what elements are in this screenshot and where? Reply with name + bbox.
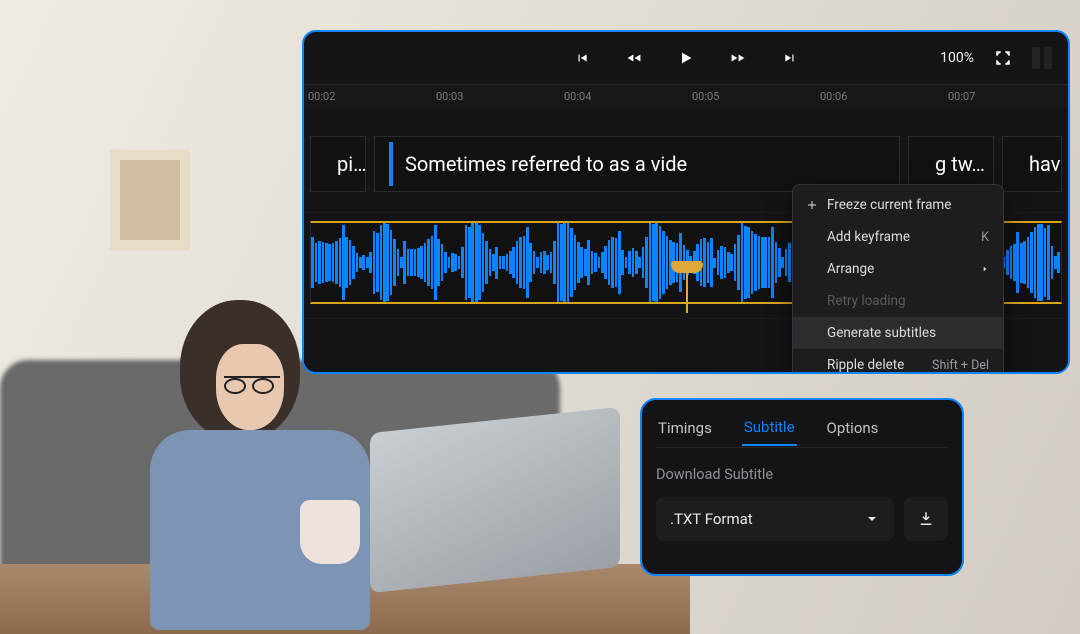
wall-frame: [110, 150, 190, 250]
tab-timings[interactable]: Timings: [656, 411, 714, 445]
ctx-ripple-delete[interactable]: Ripple delete Shift + Del: [793, 349, 1003, 374]
ctx-label: Add keyframe: [827, 229, 910, 245]
ruler-mark: 00:05: [692, 90, 820, 103]
ctx-label: Arrange: [827, 261, 874, 277]
clip-handle-icon[interactable]: [389, 142, 393, 186]
mug: [300, 500, 360, 564]
ctx-add-keyframe[interactable]: Add keyframe K: [793, 221, 1003, 253]
forward-button[interactable]: [727, 47, 749, 69]
ruler-mark: 00:03: [436, 90, 564, 103]
plus-icon: [805, 198, 819, 212]
ctx-arrange[interactable]: Arrange: [793, 253, 1003, 285]
ruler-mark: 00:02: [308, 90, 436, 103]
ctx-shortcut: Shift + Del: [932, 358, 989, 373]
download-subtitle-label: Download Subtitle: [656, 466, 948, 483]
timeline-tracks[interactable]: pi… Sometimes referred to as a vide g tw…: [304, 108, 1068, 372]
timeline-ruler[interactable]: 00:02 00:03 00:04 00:05 00:06 00:07: [304, 84, 1068, 108]
play-button[interactable]: [675, 47, 697, 69]
ctx-retry-loading: Retry loading: [793, 285, 1003, 317]
subtitle-clip-text: Sometimes referred to as a vide: [405, 152, 687, 176]
ctx-label: Retry loading: [827, 293, 906, 309]
tab-subtitle[interactable]: Subtitle: [742, 410, 797, 446]
subtitle-clip[interactable]: pi…: [310, 136, 366, 192]
ctx-label: Generate subtitles: [827, 325, 936, 341]
fullscreen-button[interactable]: [992, 47, 1014, 69]
format-selected-value: .TXT Format: [670, 510, 753, 528]
transport-bar: 100%: [304, 32, 1068, 84]
format-select[interactable]: .TXT Format: [656, 497, 894, 541]
subtitle-clip[interactable]: hav: [1002, 136, 1062, 192]
ruler-mark: 00:06: [820, 90, 948, 103]
subtitle-clip-text: hav: [1029, 152, 1060, 176]
panel-toggle-icon[interactable]: [1032, 47, 1052, 69]
zoom-level[interactable]: 100%: [940, 50, 974, 66]
subtitle-clip-text: g tw…: [935, 152, 985, 176]
download-button[interactable]: [904, 497, 948, 541]
download-icon: [917, 510, 935, 528]
chevron-down-icon: [864, 511, 880, 527]
video-editor-panel: 100% 00:02 00:03 00:04 00:05 00:06 00:07…: [302, 30, 1070, 374]
rewind-button[interactable]: [623, 47, 645, 69]
playhead[interactable]: [686, 267, 688, 313]
tab-options[interactable]: Options: [825, 411, 881, 445]
ctx-freeze-frame[interactable]: Freeze current frame: [793, 189, 1003, 221]
ctx-generate-subtitles[interactable]: Generate subtitles: [793, 317, 1003, 349]
skip-start-button[interactable]: [571, 47, 593, 69]
skip-end-button[interactable]: [779, 47, 801, 69]
context-menu: Freeze current frame Add keyframe K Arra…: [792, 184, 1004, 374]
chevron-right-icon: [981, 264, 989, 274]
ruler-mark: 00:04: [564, 90, 692, 103]
ctx-label: Ripple delete: [827, 357, 904, 373]
subtitle-tabs: Timings Subtitle Options: [656, 408, 948, 448]
laptop: [370, 407, 620, 593]
ruler-mark: 00:07: [948, 90, 1070, 103]
ctx-shortcut: K: [981, 230, 989, 245]
subtitle-clip-text: pi…: [337, 152, 366, 176]
ctx-label: Freeze current frame: [827, 197, 951, 213]
subtitle-panel: Timings Subtitle Options Download Subtit…: [640, 398, 964, 576]
